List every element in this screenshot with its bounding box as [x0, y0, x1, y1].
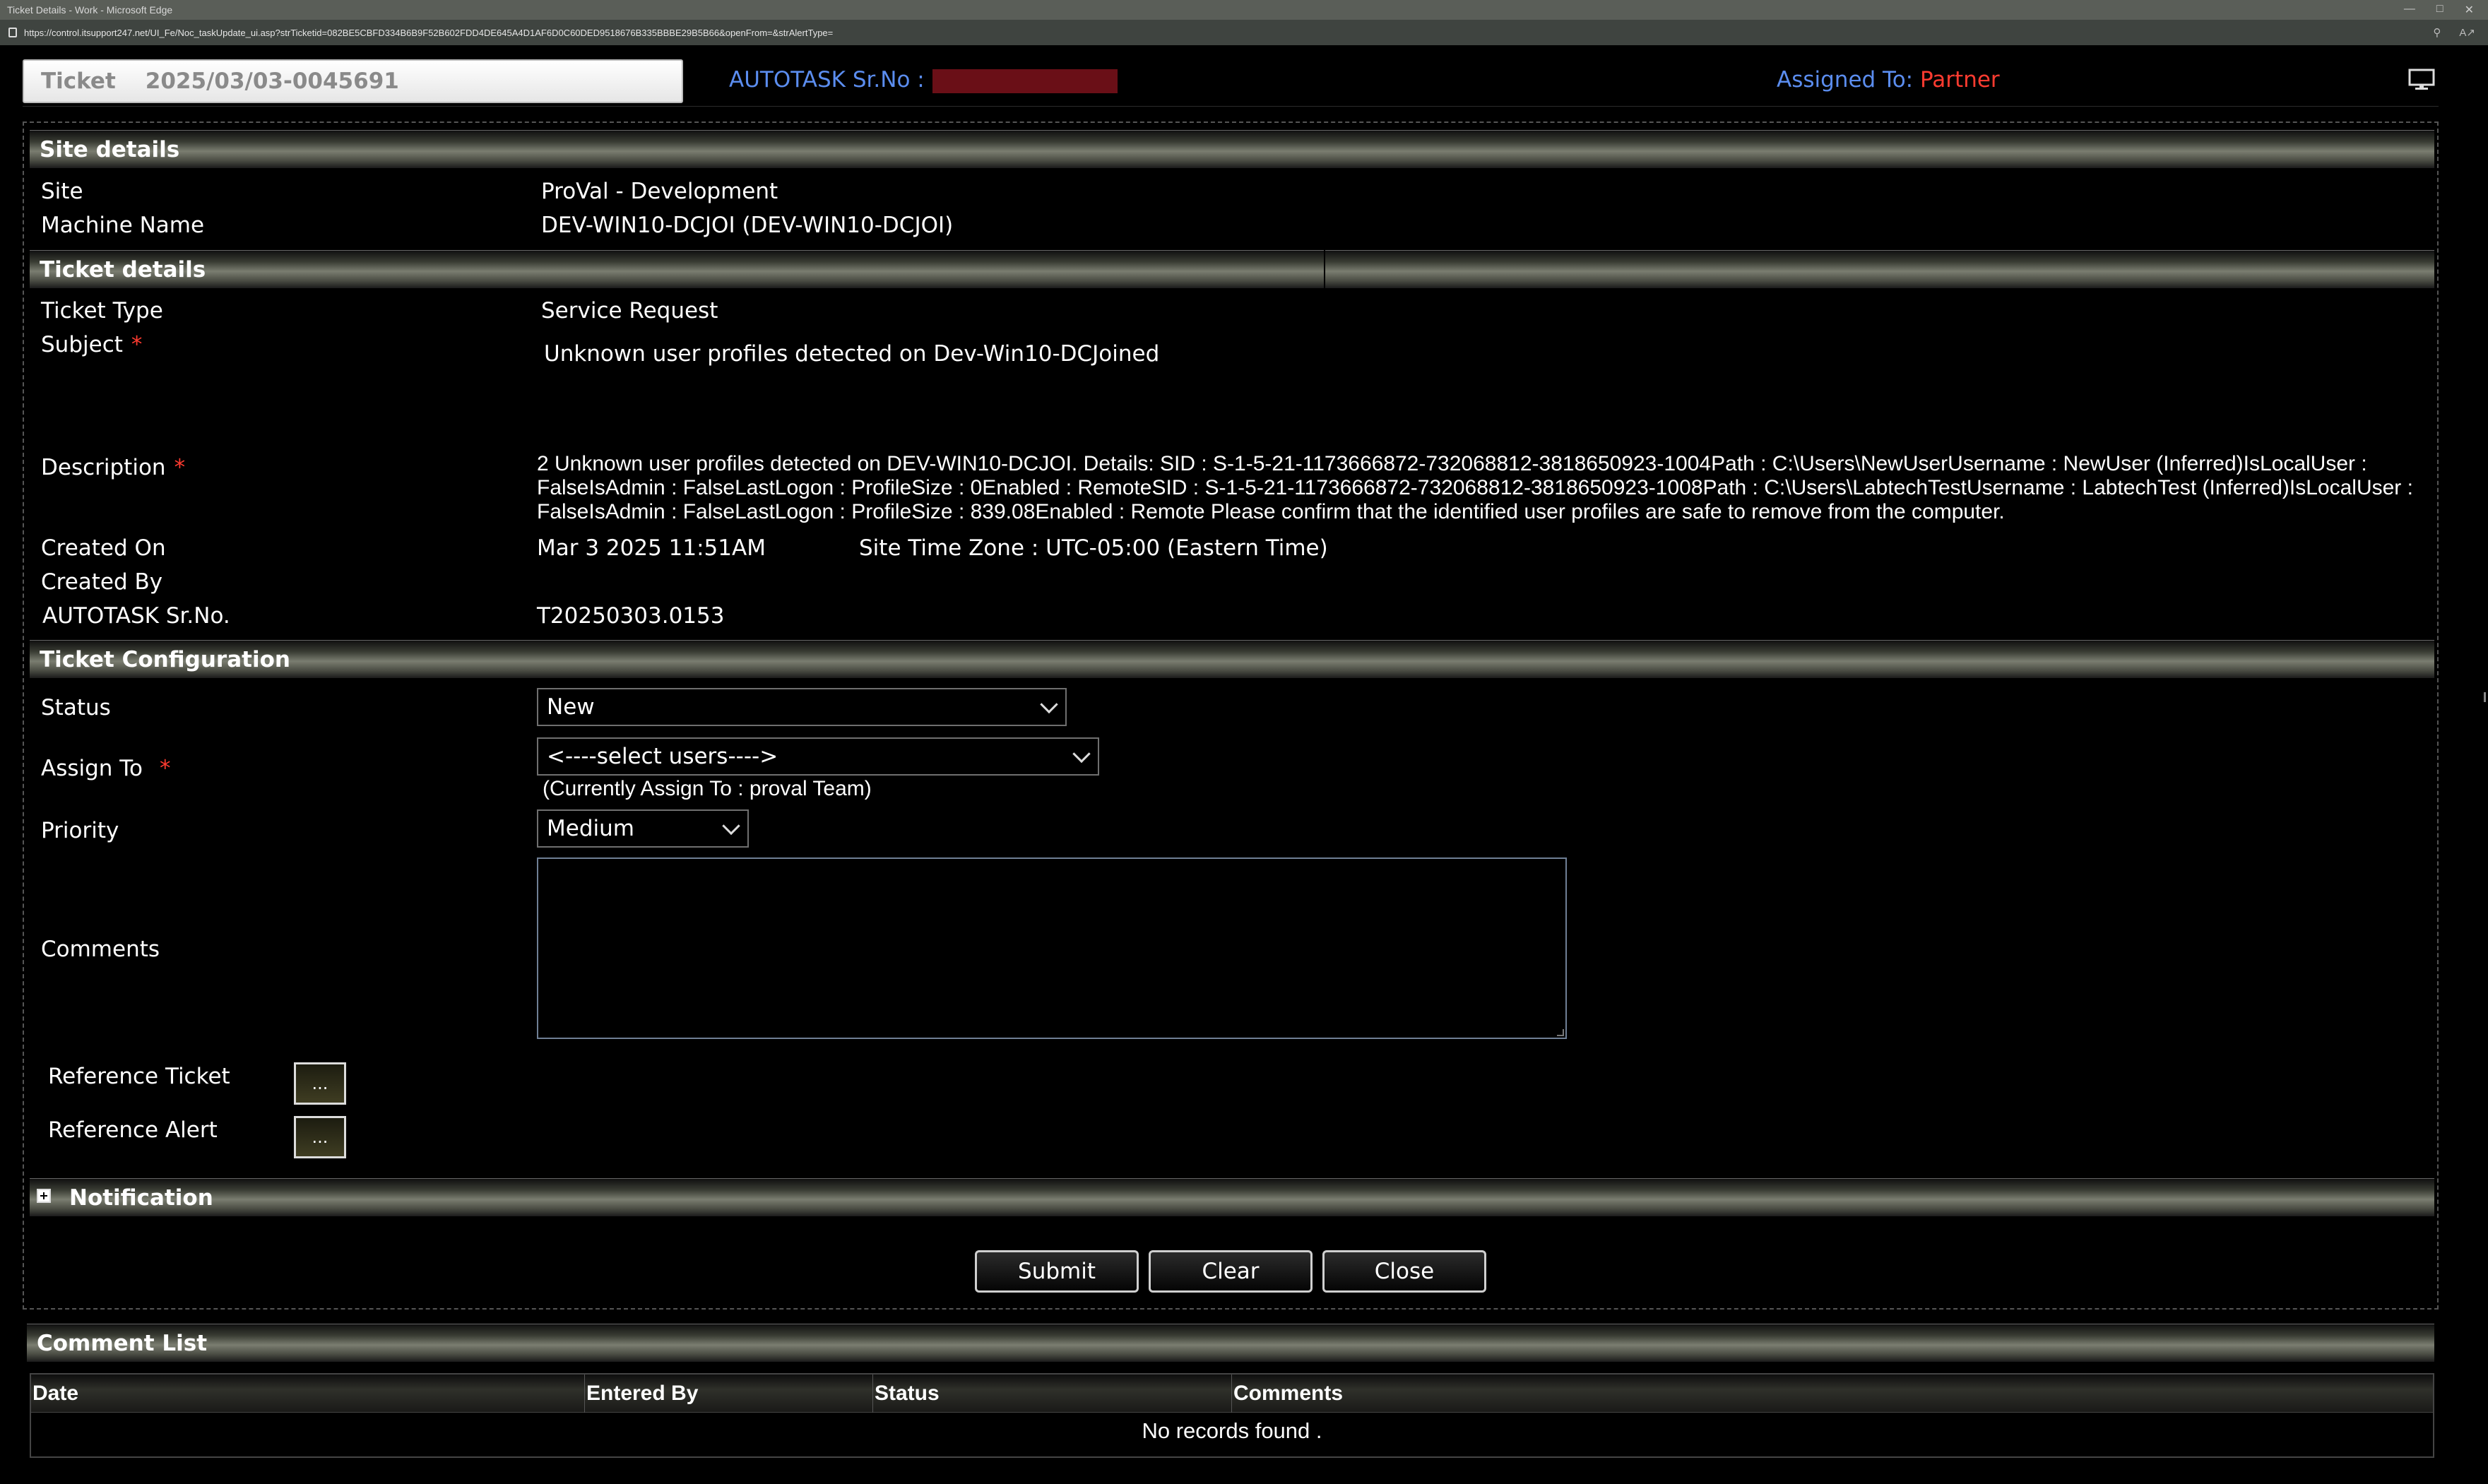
comment-table: Date Entered By Status Comments No recor… — [30, 1373, 2434, 1458]
status-select[interactable]: New — [537, 688, 1067, 726]
description-label: Description * — [41, 455, 185, 480]
priority-select[interactable]: Medium — [537, 809, 749, 848]
section-ticket-configuration: Ticket Configuration — [30, 640, 2434, 678]
chevron-down-icon — [1040, 695, 1058, 714]
section-site-details: Site details — [30, 130, 2434, 168]
comments-textarea[interactable] — [537, 857, 1567, 1039]
window-title: Ticket Details - Work - Microsoft Edge — [7, 4, 173, 16]
chevron-down-icon — [1072, 744, 1091, 764]
zoom-icon[interactable]: ⚲ — [2433, 26, 2441, 39]
site-value: ProVal - Development — [541, 179, 778, 204]
site-timezone: Site Time Zone : UTC-05:00 (Eastern Time… — [859, 535, 1328, 561]
assigned-label: Assigned To: — [1777, 67, 1914, 93]
chevron-down-icon — [722, 817, 740, 836]
clear-button[interactable]: Clear — [1149, 1250, 1313, 1293]
status-label: Status — [41, 695, 111, 720]
autotask-srno-header: AUTOTASK Sr.No : — [729, 67, 925, 93]
lock-icon — [8, 28, 17, 37]
maximize-icon[interactable]: □ — [2436, 3, 2443, 17]
section-ticket-details: Ticket details — [30, 250, 1324, 288]
assign-to-selected: <----select users----> — [547, 744, 778, 769]
assign-to-select[interactable]: <----select users----> — [537, 737, 1099, 776]
close-button[interactable]: Close — [1322, 1250, 1486, 1293]
machine-name-label: Machine Name — [41, 213, 205, 238]
table-header: Date Entered By Status Comments — [31, 1375, 2433, 1413]
url-text[interactable]: https://control.itsupport247.net/UI_Fe/N… — [24, 28, 833, 38]
window-controls: — □ ✕ — [2404, 3, 2474, 17]
subject-label-text: Subject — [41, 332, 123, 357]
comments-label: Comments — [41, 937, 160, 962]
timezone-label: Site Time Zone : — [859, 535, 1039, 561]
browser-title-bar: Ticket Details - Work - Microsoft Edge —… — [0, 0, 2488, 20]
site-label: Site — [41, 179, 83, 204]
address-bar[interactable]: https://control.itsupport247.net/UI_Fe/N… — [0, 20, 2488, 45]
timezone-value: UTC-05:00 (Eastern Time) — [1045, 535, 1328, 561]
assign-to-label: Assign To * — [41, 756, 170, 781]
priority-label: Priority — [41, 818, 119, 843]
created-on-value: Mar 3 2025 11:51AM — [537, 535, 766, 561]
status-selected: New — [547, 694, 595, 720]
column-header-status[interactable]: Status — [873, 1375, 1232, 1413]
window-edge-handle[interactable] — [2484, 692, 2486, 702]
assigned-to-header: Assigned To: Partner — [1777, 67, 2000, 93]
current-assignee-note: (Currently Assign To : proval Team) — [543, 777, 872, 800]
reference-ticket-label: Reference Ticket — [48, 1064, 230, 1089]
ticket-label: Ticket — [41, 69, 116, 94]
autotask-srno-value: T20250303.0153 — [537, 603, 725, 629]
column-header-comments[interactable]: Comments — [1232, 1375, 2434, 1413]
assigned-value: Partner — [1920, 67, 2000, 93]
column-header-date[interactable]: Date — [31, 1375, 585, 1413]
close-window-icon[interactable]: ✕ — [2465, 3, 2474, 17]
resize-grip-icon[interactable] — [1557, 1029, 1564, 1036]
description-value: 2 Unknown user profiles detected on DEV-… — [537, 452, 2413, 523]
ticket-type-label: Ticket Type — [41, 298, 163, 323]
machine-name-value: DEV-WIN10-DCJOI (DEV-WIN10-DCJOI) — [541, 213, 954, 238]
description-label-text: Description — [41, 455, 166, 480]
monitor-icon[interactable] — [2408, 69, 2435, 91]
subject-label: Subject * — [41, 332, 142, 357]
ticket-type-value: Service Request — [541, 298, 718, 323]
ticket-number: 2025/03/03-0045691 — [145, 69, 399, 94]
assign-to-label-text: Assign To — [41, 756, 143, 781]
ticket-number-box: Ticket 2025/03/03-0045691 — [23, 59, 683, 103]
required-mark: * — [174, 455, 186, 480]
header-divider — [23, 106, 2439, 107]
autotask-srno-label: AUTOTASK Sr.No. — [42, 603, 230, 629]
minimize-icon[interactable]: — — [2404, 3, 2415, 17]
created-by-label: Created By — [41, 569, 163, 595]
redacted-block — [932, 69, 1118, 93]
section-notification[interactable]: Notification — [30, 1178, 2434, 1216]
section-ticket-details-right — [1325, 250, 2434, 288]
priority-selected: Medium — [547, 816, 634, 841]
read-aloud-icon[interactable]: A↗ — [2459, 26, 2475, 39]
expand-plus-icon[interactable] — [37, 1189, 51, 1203]
empty-table-message: No records found . — [1142, 1418, 1322, 1443]
created-on-label: Created On — [41, 535, 166, 561]
required-mark: * — [159, 756, 171, 781]
reference-alert-label: Reference Alert — [48, 1117, 218, 1143]
reference-alert-button[interactable]: ... — [294, 1116, 346, 1158]
ticket-form — [23, 121, 2439, 1310]
notification-title: Notification — [69, 1185, 213, 1211]
column-header-entered-by[interactable]: Entered By — [585, 1375, 873, 1413]
required-mark: * — [131, 332, 143, 357]
section-comment-list: Comment List — [27, 1324, 2434, 1362]
submit-button[interactable]: Submit — [975, 1250, 1139, 1293]
reference-ticket-button[interactable]: ... — [294, 1062, 346, 1105]
subject-value: Unknown user profiles detected on Dev-Wi… — [544, 341, 1160, 367]
